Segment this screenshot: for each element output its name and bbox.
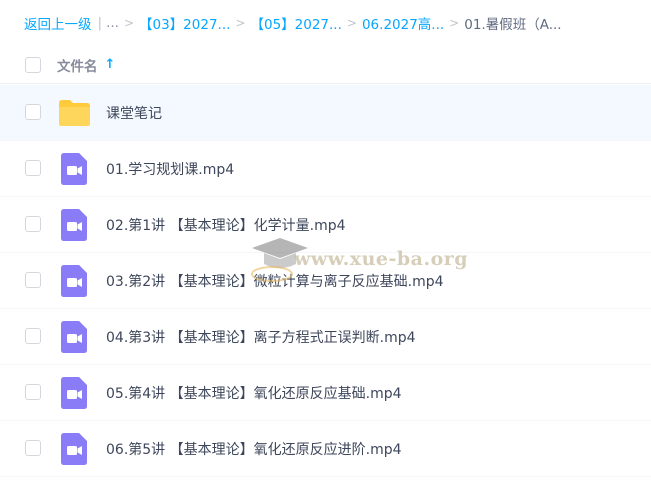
breadcrumb-item[interactable]: 【05】2027... bbox=[250, 13, 341, 33]
select-all-checkbox[interactable] bbox=[25, 56, 41, 73]
file-name[interactable]: 03.第2讲 【基本理论】微粒计算与离子反应基础.mp4 bbox=[106, 271, 444, 291]
file-name[interactable]: 04.第3讲 【基本理论】离子方程式正误判断.mp4 bbox=[106, 327, 416, 347]
breadcrumb-current: 01.暑假班（A... bbox=[464, 17, 562, 33]
video-file-icon bbox=[61, 153, 87, 185]
chevron-right-icon: > bbox=[346, 16, 357, 30]
breadcrumb-item[interactable]: 06.2027高... bbox=[362, 13, 444, 33]
breadcrumb-ellipsis[interactable]: ... bbox=[106, 15, 119, 31]
file-name[interactable]: 06.第5讲 【基本理论】氧化还原反应进阶.mp4 bbox=[106, 439, 402, 459]
breadcrumb: 返回上一级 | ... > 【03】2027... > 【05】2027... … bbox=[0, 0, 651, 46]
column-header-name[interactable]: 文件名 ↑ bbox=[57, 55, 115, 75]
list-item-video[interactable]: 05.第4讲 【基本理论】氧化还原反应基础.mp4 bbox=[0, 365, 651, 421]
file-name[interactable]: 02.第1讲 【基本理论】化学计量.mp4 bbox=[106, 215, 346, 235]
arrow-up-icon[interactable]: ↑ bbox=[105, 57, 116, 72]
chevron-right-icon: > bbox=[235, 16, 246, 30]
folder-icon bbox=[59, 100, 90, 126]
list-item-video[interactable]: 02.第1讲 【基本理论】化学计量.mp4 bbox=[0, 197, 651, 253]
file-name[interactable]: 课堂笔记 bbox=[106, 103, 162, 123]
video-file-icon bbox=[61, 321, 87, 353]
list-item-video[interactable]: 04.第3讲 【基本理论】离子方程式正误判断.mp4 bbox=[0, 309, 651, 365]
file-list-header: 文件名 ↑ bbox=[0, 46, 651, 84]
file-name[interactable]: 05.第4讲 【基本理论】氧化还原反应基础.mp4 bbox=[106, 383, 402, 403]
row-checkbox[interactable] bbox=[25, 272, 41, 288]
list-item-video[interactable]: 06.第5讲 【基本理论】氧化还原反应进阶.mp4 bbox=[0, 421, 651, 477]
row-checkbox[interactable] bbox=[25, 216, 41, 232]
video-file-icon bbox=[61, 433, 87, 465]
row-checkbox[interactable] bbox=[25, 160, 41, 176]
breadcrumb-divider: | bbox=[97, 15, 103, 31]
list-item-video[interactable]: 03.第2讲 【基本理论】微粒计算与离子反应基础.mp4 bbox=[0, 253, 651, 309]
row-checkbox[interactable] bbox=[25, 384, 41, 400]
video-file-icon bbox=[61, 377, 87, 409]
video-file-icon bbox=[61, 265, 87, 297]
list-item-folder[interactable]: 课堂笔记 bbox=[0, 85, 651, 141]
breadcrumb-item[interactable]: 【03】2027... bbox=[139, 13, 230, 33]
chevron-right-icon: > bbox=[123, 16, 134, 30]
row-checkbox[interactable] bbox=[25, 104, 41, 120]
file-name[interactable]: 01.学习规划课.mp4 bbox=[106, 159, 234, 179]
file-list: 课堂笔记 01.学习规划课.mp4 02.第1讲 【基本理论】化学计量.mp4 … bbox=[0, 85, 651, 477]
back-link[interactable]: 返回上一级 bbox=[24, 13, 92, 33]
chevron-right-icon: > bbox=[449, 16, 460, 30]
list-item-video[interactable]: 01.学习规划课.mp4 bbox=[0, 141, 651, 197]
video-file-icon bbox=[61, 209, 87, 241]
column-header-label: 文件名 bbox=[57, 58, 98, 75]
row-checkbox[interactable] bbox=[25, 440, 41, 456]
row-checkbox[interactable] bbox=[25, 328, 41, 344]
